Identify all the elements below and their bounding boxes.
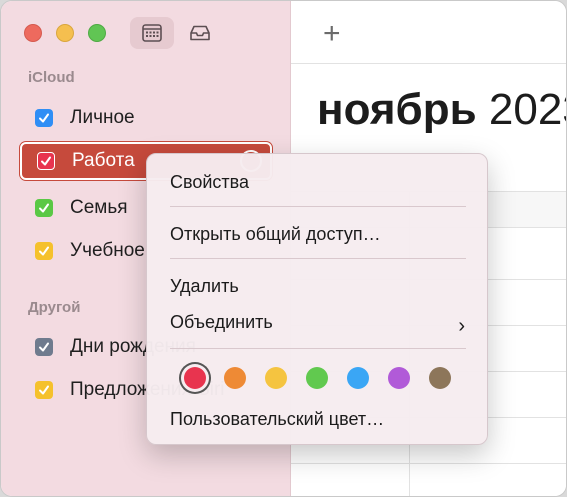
calendar-checkbox[interactable] [35,109,53,127]
calendar-window: iCloud Личное Работа Семья Учебное Друго… [0,0,567,497]
checkmark-icon [39,203,49,213]
calendar-checkbox[interactable] [35,381,53,399]
menu-item-merge[interactable]: Объединить [170,312,273,333]
color-swatch-orange[interactable] [224,367,246,389]
calendar-label: Работа [72,150,135,171]
checkmark-icon [39,385,49,395]
color-swatch-red[interactable] [184,367,206,389]
menu-separator [170,206,466,207]
color-swatch-brown[interactable] [429,367,451,389]
close-window-button[interactable] [24,24,42,42]
minimize-window-button[interactable] [56,24,74,42]
toolbar-divider [291,63,566,64]
color-swatch-blue[interactable] [347,367,369,389]
menu-item-custom-color[interactable]: Пользовательский цвет… [170,409,384,430]
month-title: ноябрь 2023 [317,85,566,135]
calendar-item-personal[interactable]: Личное [20,99,272,137]
checkmark-icon [39,113,49,123]
grid-line [291,463,566,464]
menu-item-delete[interactable]: Удалить [170,276,239,297]
calendar-label: Личное [70,107,135,128]
calendar-context-menu: Свойства Открыть общий доступ… Удалить О… [146,153,488,445]
add-event-button[interactable]: + [323,17,341,51]
section-other: Другой [28,299,81,316]
checkmark-icon [39,246,49,256]
calendar-list-toggle-button[interactable] [130,17,174,49]
calendar-label: Учебное [70,240,145,261]
year: 2023 [488,85,566,134]
inbox-icon [190,25,210,41]
month-name: ноябрь [317,85,477,134]
menu-separator [170,258,466,259]
calendar-icon [142,24,162,42]
calendar-checkbox[interactable] [35,199,53,217]
checkmark-icon [41,156,51,166]
calendar-checkbox[interactable] [35,338,53,356]
calendar-checkbox[interactable] [35,242,53,260]
section-icloud: iCloud [28,69,75,86]
calendar-label: Семья [70,197,128,218]
zoom-window-button[interactable] [88,24,106,42]
chevron-right-icon: › [458,315,465,337]
color-swatch-green[interactable] [306,367,328,389]
color-swatch-purple[interactable] [388,367,410,389]
menu-item-share[interactable]: Открыть общий доступ… [170,224,381,245]
menu-separator [170,348,466,349]
menu-item-properties[interactable]: Свойства [170,172,249,193]
calendar-checkbox[interactable] [37,152,55,170]
inbox-button[interactable] [178,17,222,49]
checkmark-icon [39,342,49,352]
color-swatch-yellow[interactable] [265,367,287,389]
